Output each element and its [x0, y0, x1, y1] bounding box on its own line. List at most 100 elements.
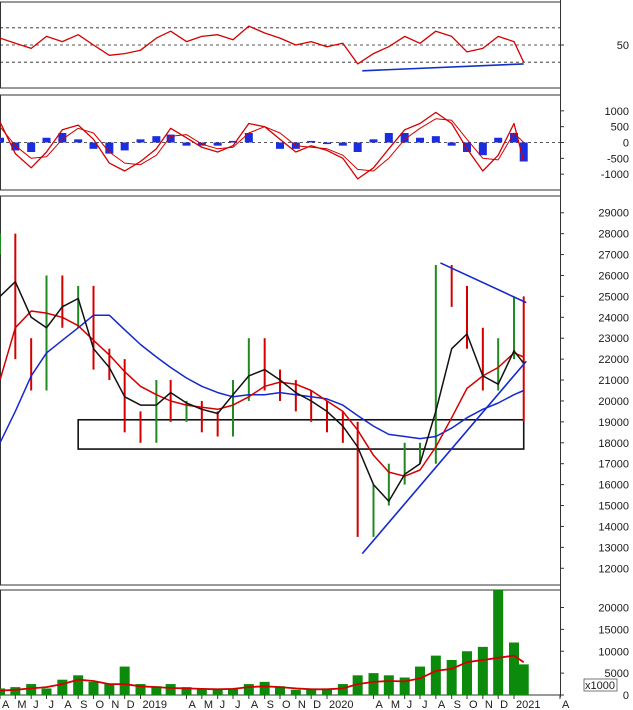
y-tick-label: -1000 — [601, 169, 629, 181]
x-tick-label: A — [251, 699, 259, 710]
x-tick-label: S — [80, 699, 87, 710]
y-tick-label: 18000 — [598, 438, 629, 450]
x-tick-label: A — [188, 699, 196, 710]
y-tick-label: 20000 — [598, 603, 629, 615]
y-tick-label: 1000 — [605, 106, 629, 118]
volume-bar — [518, 664, 529, 695]
volume-bar — [259, 681, 270, 695]
macd-histogram-bar — [152, 136, 161, 143]
ma-mid-line — [0, 310, 524, 477]
volume-bar — [477, 646, 488, 695]
volume-unit-label: x1000 — [585, 680, 615, 692]
volume-bar — [88, 681, 99, 695]
volume-bar — [415, 666, 425, 695]
y-tick-label: 23000 — [598, 333, 629, 345]
volume-bar — [462, 651, 473, 695]
price-panel: 29000 28000 27000 26000 25000 24000 23000 22000… — [0, 208, 629, 575]
y-tick-label: 13000 — [598, 542, 629, 554]
volume-bar — [165, 684, 176, 695]
x-tick-label: A — [438, 699, 446, 710]
x-tick-label: D — [127, 699, 135, 710]
macd-histogram-bar — [182, 142, 191, 146]
x-tick-label: 2019 — [143, 699, 167, 710]
macd-histogram-bar — [74, 139, 83, 143]
volume-bar — [337, 684, 348, 695]
x-tick-label: A — [376, 699, 384, 710]
resistance-trendline — [440, 262, 527, 304]
volume-bar — [104, 684, 115, 695]
macd-histogram-bar — [384, 133, 393, 143]
volume-bar — [0, 688, 5, 695]
y-tick-label: 50 — [617, 40, 629, 52]
x-tick-label: D — [500, 699, 508, 710]
y-tick-label: 27000 — [598, 250, 629, 262]
y-tick-label: 20000 — [598, 396, 629, 408]
y-tick-label: 25000 — [598, 291, 629, 303]
y-tick-label: 10000 — [598, 646, 629, 658]
x-tick-label: J — [48, 699, 54, 710]
x-tick-label: A — [2, 699, 10, 710]
x-tick-label: S — [267, 699, 274, 710]
macd-histogram-bar — [431, 136, 440, 143]
volume-bar — [243, 684, 254, 695]
macd-histogram-bar — [307, 140, 316, 143]
x-tick-label: N — [298, 699, 306, 710]
y-tick-label: 28000 — [598, 229, 629, 241]
x-tick-label: 2020 — [329, 699, 353, 710]
y-tick-label: 21000 — [598, 375, 629, 387]
macd-histogram-bar — [42, 137, 51, 143]
volume-bar — [57, 679, 68, 695]
macd-histogram-bar — [0, 137, 4, 143]
volume-bar — [446, 660, 457, 695]
macd-histogram-bar — [447, 142, 456, 146]
volume-bar — [119, 666, 130, 695]
volume-bar — [383, 675, 394, 695]
x-tick-label: M — [204, 699, 213, 710]
y-tick-label: 19000 — [598, 417, 629, 429]
y-tick-label: 15000 — [598, 624, 629, 636]
macd-panel: 1000 500 0 -500 -1000 — [0, 106, 629, 181]
x-tick-label: 2021 — [516, 699, 540, 710]
macd-histogram-bar — [338, 142, 347, 146]
y-tick-label: 26000 — [598, 270, 629, 282]
volume-bar — [41, 688, 52, 695]
y-tick-label: 15000 — [598, 501, 629, 513]
x-tick-label: A — [64, 699, 72, 710]
x-tick-label: N — [485, 699, 493, 710]
rsi-trendline — [362, 63, 524, 72]
y-tick-label: 29000 — [598, 208, 629, 220]
macd-histogram-bar — [136, 139, 145, 143]
macd-histogram-bar — [369, 139, 378, 143]
macd-histogram-bar — [27, 142, 36, 152]
y-tick-label: 5000 — [605, 668, 629, 680]
x-tick-label: A — [562, 699, 570, 710]
technical-chart: 50 10005000-500-1000 2900028000270002600… — [0, 0, 629, 710]
y-tick-label: 17000 — [598, 459, 629, 471]
x-tick-label: J — [235, 699, 241, 710]
x-tick-label: N — [111, 699, 119, 710]
x-tick-label: S — [454, 699, 461, 710]
volume-bar — [509, 642, 520, 695]
rsi-panel: 50 — [0, 25, 629, 72]
x-tick-label: J — [422, 699, 428, 710]
x-tick-label: O — [96, 699, 105, 710]
y-tick-label: 500 — [611, 122, 629, 134]
macd-histogram-bar — [478, 142, 487, 156]
panel-frame-vol — [0, 589, 561, 696]
y-tick-label: 12000 — [598, 563, 629, 575]
x-tick-label: M — [17, 699, 26, 710]
macd-histogram-bar — [244, 133, 253, 143]
macd-histogram-bar — [213, 142, 222, 146]
y-tick-label: 16000 — [598, 480, 629, 492]
y-tick-label: 22000 — [598, 354, 629, 366]
volume-panel: 20000 15000 10000 5000 0 x1000 — [0, 590, 629, 702]
volume-bar — [493, 590, 504, 695]
macd-histogram-bar — [276, 142, 284, 149]
macd-histogram-bar — [120, 142, 129, 151]
x-axis: A M J J A S O N D 2019 A M J J A S O N D 2020 A M J J A S O N D 2021 A — [0, 695, 570, 710]
y-tick-label: 14000 — [598, 521, 629, 533]
volume-bar — [430, 655, 441, 695]
support-trendline — [361, 360, 527, 555]
macd-line — [0, 111, 525, 180]
x-tick-label: J — [33, 699, 39, 710]
